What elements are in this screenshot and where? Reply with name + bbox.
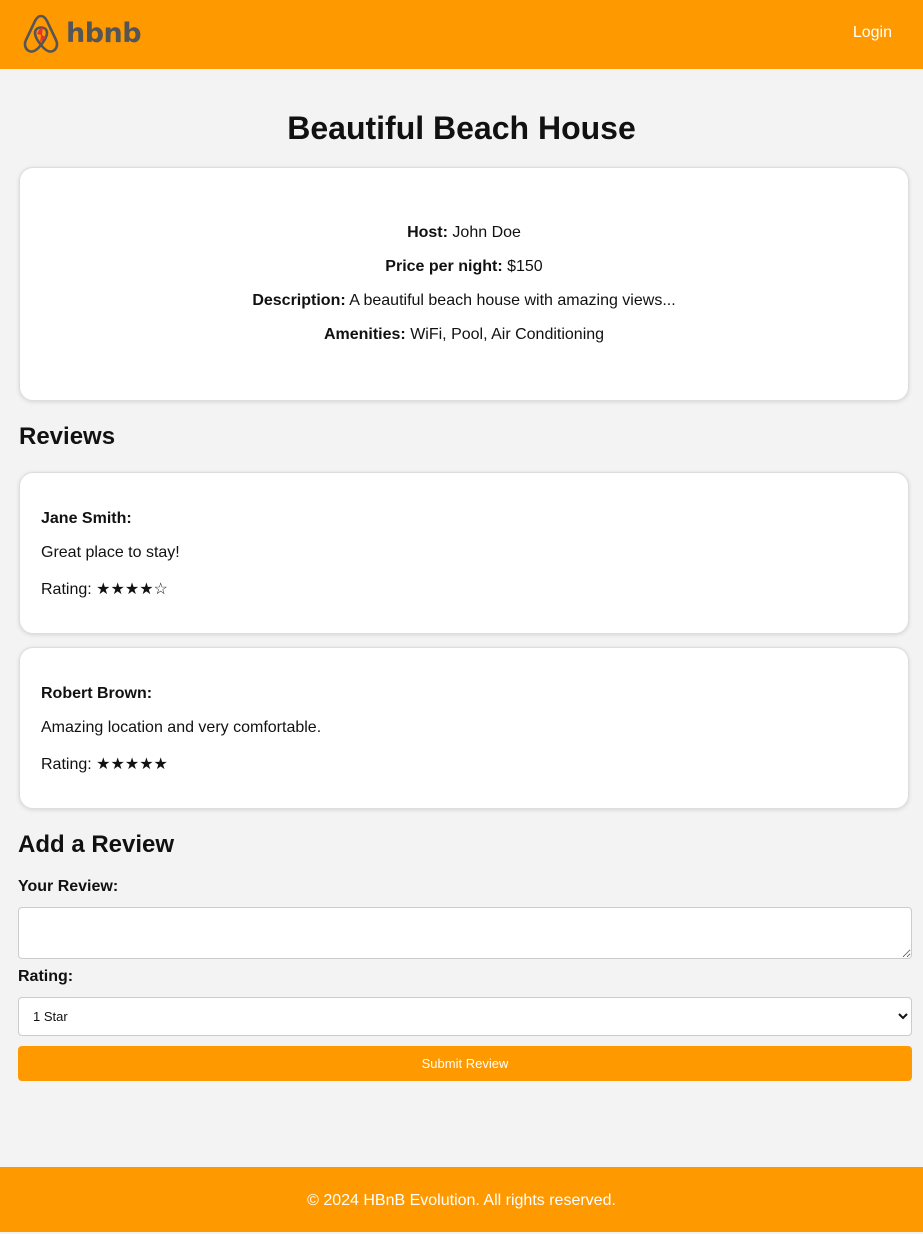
add-review-heading: Add a Review xyxy=(18,831,175,858)
host-row: Host: John Doe xyxy=(20,223,908,243)
rating-stars: ★★★★★ xyxy=(96,756,168,773)
review-comment: Amazing location and very comfortable. xyxy=(41,719,322,736)
footer-text: © 2024 HBnB Evolution. All rights reserv… xyxy=(307,1192,616,1209)
review-textarea[interactable] xyxy=(18,907,912,959)
description-row: Description: A beautiful beach house wit… xyxy=(20,291,908,311)
review-card: Jane Smith: Great place to stay! Rating:… xyxy=(19,472,909,634)
site-header: hbnb Login xyxy=(0,0,923,69)
amenities-row: Amenities: WiFi, Pool, Air Conditioning xyxy=(20,325,908,345)
review-rating: Rating: ★★★★★ xyxy=(41,755,887,775)
submit-review-button[interactable]: Submit Review xyxy=(18,1046,912,1081)
rating-select[interactable]: 1 Star xyxy=(18,997,912,1036)
host-label: Host: xyxy=(407,224,448,241)
rating-stars: ★★★★☆ xyxy=(96,581,168,598)
amenities-value: WiFi, Pool, Air Conditioning xyxy=(410,326,605,343)
rating-label: Rating: xyxy=(41,581,92,598)
review-comment: Great place to stay! xyxy=(41,544,180,561)
login-link[interactable]: Login xyxy=(853,24,892,42)
reviews-heading: Reviews xyxy=(19,423,116,450)
logo-text: hbnb xyxy=(66,18,142,49)
amenities-label: Amenities: xyxy=(323,326,406,343)
description-label: Description: xyxy=(252,292,346,309)
logo[interactable]: hbnb xyxy=(22,13,142,55)
review-author: Jane Smith: xyxy=(41,510,132,527)
place-title: Beautiful Beach House xyxy=(287,110,636,146)
rating-select-label: Rating: xyxy=(18,968,74,985)
description-value: A beautiful beach house with amazing vie… xyxy=(349,292,676,309)
price-label: Price per night: xyxy=(385,258,503,275)
airbnb-logo-icon xyxy=(22,13,60,55)
price-value: $150 xyxy=(507,258,543,275)
review-rating: Rating: ★★★★☆ xyxy=(41,580,887,600)
host-value: John Doe xyxy=(452,224,521,241)
place-details-card: Host: John Doe Price per night: $150 Des… xyxy=(19,167,909,401)
review-author: Robert Brown: xyxy=(41,685,153,702)
rating-label: Rating: xyxy=(41,756,92,773)
review-card: Robert Brown: Amazing location and very … xyxy=(19,647,909,809)
review-text-label: Your Review: xyxy=(18,878,119,895)
site-footer: © 2024 HBnB Evolution. All rights reserv… xyxy=(0,1167,923,1232)
price-row: Price per night: $150 xyxy=(20,257,908,277)
